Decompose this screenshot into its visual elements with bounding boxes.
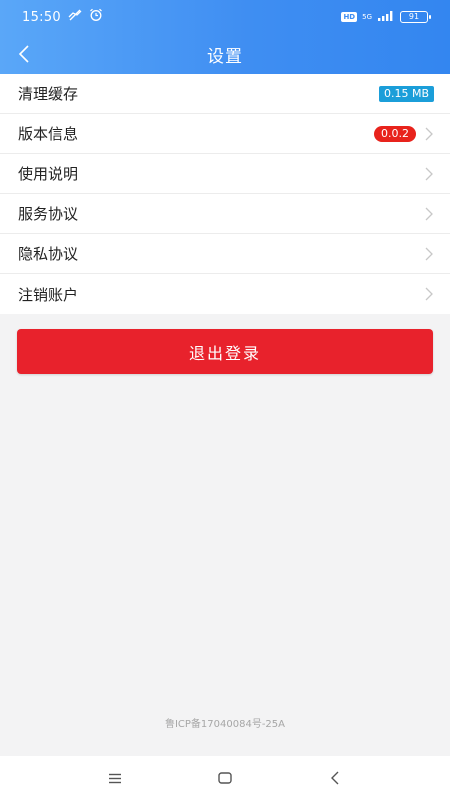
logout-label: 退出登录: [188, 343, 261, 363]
status-bar: 15:50 HD 5G 91: [0, 0, 450, 34]
row-right: 0.15 MB: [378, 85, 434, 102]
menu-button[interactable]: [95, 763, 135, 793]
cache-size-badge: 0.15 MB: [378, 85, 434, 102]
settings-item-label: 注销账户: [18, 285, 79, 304]
chevron-right-icon: [425, 167, 433, 180]
settings-item-instructions[interactable]: 使用说明: [0, 154, 450, 194]
page-title: 设置: [207, 46, 243, 67]
settings-item-privacy-policy[interactable]: 隐私协议: [0, 234, 450, 274]
nav-bar: 设置: [0, 34, 450, 74]
version-badge: 0.0.2: [374, 125, 416, 142]
settings-item-label: 清理缓存: [18, 85, 79, 103]
chevron-right-icon: [425, 207, 433, 220]
settings-item-label: 使用说明: [18, 165, 79, 183]
chevron-right-icon: [425, 287, 433, 301]
icp-license: 鲁ICP备17040084号-25A: [164, 719, 286, 730]
settings-item-version[interactable]: 版本信息 0.0.2: [0, 114, 450, 154]
settings-item-label: 版本信息: [18, 125, 79, 143]
muted-icon: [67, 9, 83, 25]
status-right: HD 5G 91: [341, 10, 431, 25]
app-header: 15:50 HD 5G 91 设置: [0, 0, 450, 74]
settings-list: 清理缓存 0.15 MB 版本信息 0.0.2 使用说明 服务协议 隐私协议 注…: [0, 74, 450, 314]
battery-level: 91: [408, 12, 420, 21]
row-right: [424, 167, 434, 181]
settings-item-label: 服务协议: [18, 205, 79, 223]
menu-icon: [109, 773, 121, 783]
hd-badge: HD: [341, 12, 358, 22]
system-nav-bar: [0, 756, 450, 800]
settings-item-clear-cache[interactable]: 清理缓存 0.15 MB: [0, 74, 450, 114]
chevron-left-icon: [18, 45, 29, 63]
status-left: 15:50: [22, 8, 103, 26]
row-right: [424, 247, 434, 261]
row-right: [424, 287, 434, 301]
signal-icon: [377, 10, 395, 25]
row-right: 0.0.2: [374, 125, 434, 142]
back-triangle-icon: [331, 771, 339, 785]
alarm-icon: [89, 8, 103, 26]
status-time: 15:50: [22, 9, 61, 25]
settings-item-delete-account[interactable]: 注销账户: [0, 274, 450, 314]
chevron-right-icon: [425, 127, 433, 140]
system-back-button[interactable]: [315, 763, 355, 793]
settings-item-service-agreement[interactable]: 服务协议: [0, 194, 450, 234]
home-button[interactable]: [205, 763, 245, 793]
row-right: [424, 207, 434, 221]
back-button[interactable]: [10, 38, 38, 70]
home-square-icon: [218, 772, 232, 784]
settings-item-label: 隐私协议: [18, 245, 79, 263]
battery-icon: 91: [400, 11, 431, 23]
network-label: 5G: [362, 12, 372, 21]
chevron-right-icon: [425, 247, 433, 260]
logout-button[interactable]: 退出登录: [17, 329, 433, 374]
